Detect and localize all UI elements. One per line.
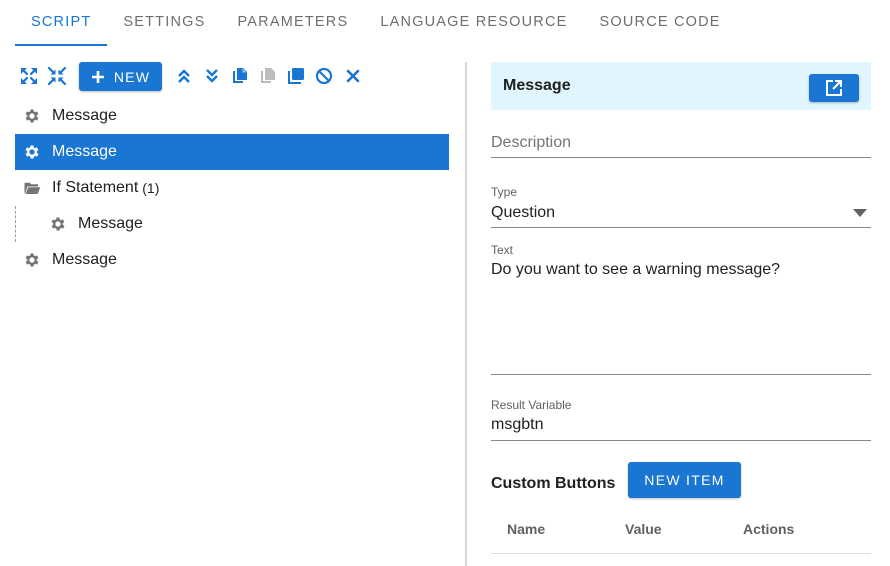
open-external-button[interactable] bbox=[809, 74, 859, 102]
result-variable-value: msgbtn bbox=[491, 416, 544, 433]
text-value: Do you want to see a warning message? bbox=[491, 261, 781, 278]
tree-toolbar: NEW bbox=[15, 62, 449, 91]
tree-item-label: Message bbox=[52, 107, 117, 124]
new-button-label: NEW bbox=[113, 68, 151, 85]
tab-language-resource[interactable]: LANGUAGE RESOURCE bbox=[364, 0, 583, 46]
type-value: Question bbox=[491, 204, 556, 221]
tree-item-label: Message bbox=[52, 143, 117, 160]
disable-icon[interactable] bbox=[314, 66, 334, 86]
custom-buttons-title: Custom Buttons bbox=[491, 475, 616, 492]
new-item-button[interactable]: NEW ITEM bbox=[628, 462, 741, 498]
tree-item-message-child[interactable]: Message bbox=[15, 206, 449, 242]
gear-icon bbox=[49, 215, 67, 233]
script-tree-panel: NEW Message Message If Statement (1) Mes… bbox=[15, 60, 449, 566]
column-header-name[interactable]: Name bbox=[507, 521, 545, 537]
tree-item-label: Message bbox=[52, 251, 117, 268]
tree-item-message-1[interactable]: Message bbox=[15, 98, 449, 134]
result-variable-field[interactable]: Result Variable msgbtn bbox=[491, 394, 871, 441]
description-placeholder: Description bbox=[491, 134, 572, 151]
panel-divider[interactable] bbox=[465, 62, 467, 566]
custom-buttons-table-header: Name Value Actions bbox=[491, 512, 871, 554]
description-field[interactable]: Description bbox=[491, 128, 871, 158]
gear-icon bbox=[23, 107, 41, 125]
open-in-new-icon bbox=[825, 79, 843, 97]
tree-item-if-statement[interactable]: If Statement (1) bbox=[15, 170, 449, 206]
duplicate-icon[interactable] bbox=[286, 66, 306, 86]
column-header-value[interactable]: Value bbox=[625, 521, 662, 537]
move-down-icon[interactable] bbox=[202, 66, 222, 86]
new-button[interactable]: NEW bbox=[79, 62, 162, 91]
type-label: Type bbox=[491, 185, 518, 199]
folder-open-icon bbox=[23, 179, 41, 197]
tree-item-label: If Statement bbox=[52, 179, 139, 196]
tree-item-label: Message bbox=[78, 215, 143, 232]
tab-settings[interactable]: SETTINGS bbox=[107, 0, 221, 46]
move-up-icon[interactable] bbox=[174, 66, 194, 86]
detail-header: Message bbox=[491, 62, 871, 110]
result-variable-label: Result Variable bbox=[491, 398, 572, 412]
copy-icon[interactable] bbox=[230, 66, 250, 86]
tab-script[interactable]: SCRIPT bbox=[15, 0, 108, 46]
tree-item-message-2[interactable]: Message bbox=[15, 134, 449, 170]
tab-bar: SCRIPT SETTINGS PARAMETERS LANGUAGE RESO… bbox=[15, 0, 737, 46]
gear-icon bbox=[23, 251, 41, 269]
column-header-actions: Actions bbox=[743, 521, 795, 537]
detail-title: Message bbox=[503, 77, 571, 94]
collapse-all-icon[interactable] bbox=[47, 66, 67, 86]
dropdown-arrow-icon[interactable] bbox=[853, 209, 867, 217]
child-count-badge: (1) bbox=[142, 180, 160, 196]
tab-source-code[interactable]: SOURCE CODE bbox=[584, 0, 737, 46]
delete-icon[interactable] bbox=[343, 66, 363, 86]
text-field[interactable]: Text Do you want to see a warning messag… bbox=[491, 240, 871, 375]
plus-icon bbox=[91, 70, 105, 84]
expand-all-icon[interactable] bbox=[19, 66, 39, 86]
tab-parameters[interactable]: PARAMETERS bbox=[221, 0, 364, 46]
gear-icon bbox=[23, 143, 41, 161]
text-label: Text bbox=[491, 243, 514, 257]
paste-icon[interactable] bbox=[258, 66, 278, 86]
tree-item-message-3[interactable]: Message bbox=[15, 242, 449, 278]
type-select[interactable]: Type Question bbox=[491, 182, 871, 228]
